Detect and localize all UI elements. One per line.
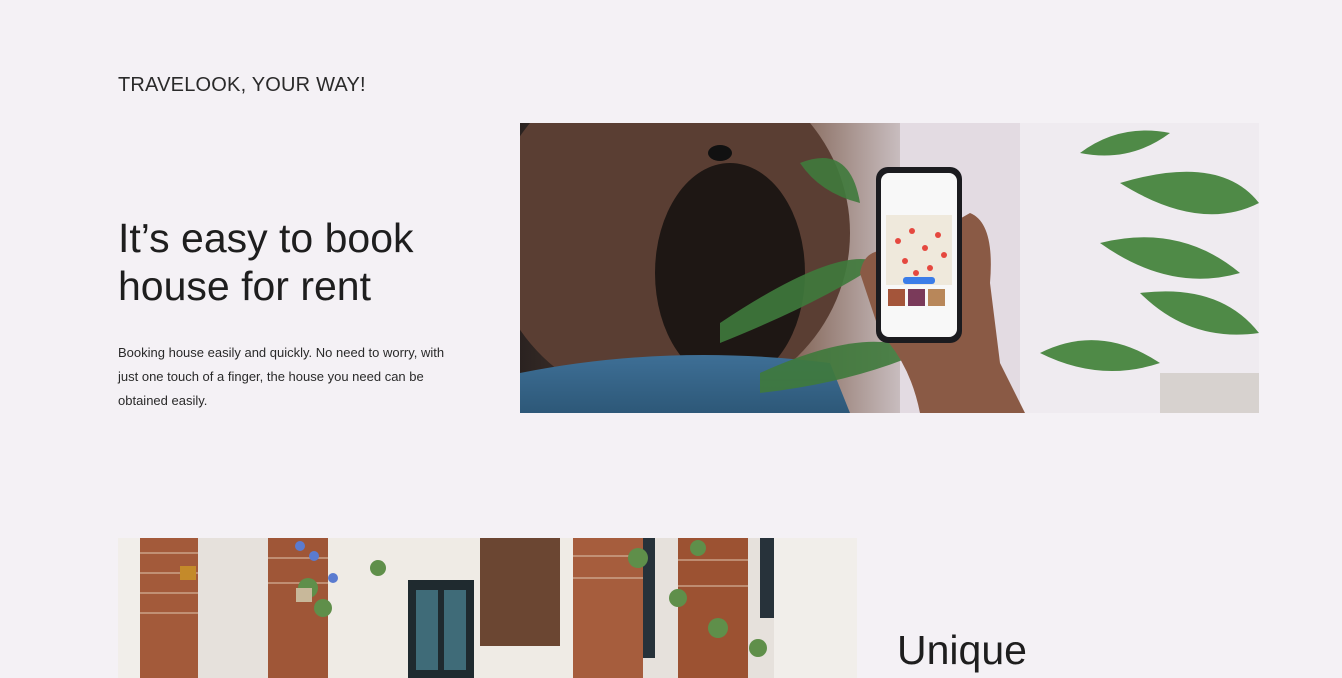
section-label: TRAVELOOK, YOUR WAY! bbox=[118, 74, 366, 96]
hero-description: Booking house easily and quickly. No nee… bbox=[118, 345, 445, 408]
hero-photo bbox=[520, 123, 1259, 413]
feature-title: Unique bbox=[897, 627, 1027, 673]
courtyard-photo-illustration bbox=[118, 538, 857, 678]
courtyard-photo bbox=[118, 538, 857, 678]
phone-map-photo-illustration bbox=[520, 123, 1259, 413]
hero-title: It’s easy to book house for rent bbox=[118, 215, 414, 309]
